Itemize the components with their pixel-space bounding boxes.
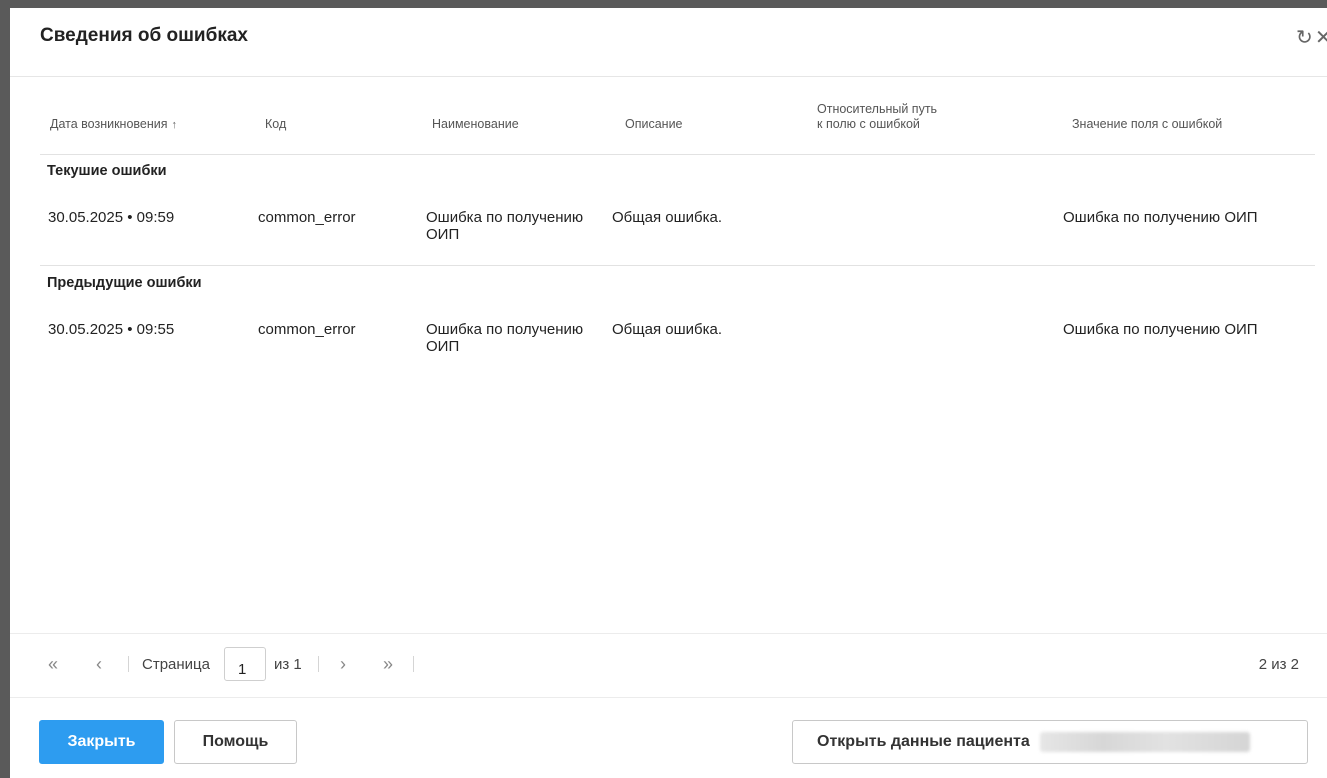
table-header: Дата возникновения ↑ Код Наименование Опи… <box>40 96 1315 155</box>
cell-code: common_error <box>258 209 356 226</box>
cell-name-line2: ОИП <box>426 338 460 355</box>
prev-page-icon[interactable]: ‹ <box>96 655 102 673</box>
refresh-icon[interactable]: ↻ <box>1296 28 1313 48</box>
cell-description: Общая ошибка. <box>612 321 722 338</box>
last-page-icon[interactable]: » <box>383 655 393 673</box>
table-row[interactable]: 30.05.2025 • 09:59 common_error Ошибка п… <box>40 209 1315 249</box>
column-header-path[interactable]: Относительный путь к полю с ошибкой <box>817 102 937 132</box>
cell-value: Ошибка по получению ОИП <box>1063 321 1258 338</box>
group-label-previous: Предыдущие ошибки <box>47 275 202 291</box>
help-button[interactable]: Помощь <box>174 720 297 764</box>
cell-name: Ошибка по получению ОИП <box>426 321 583 355</box>
cell-name-line2: ОИП <box>426 226 460 243</box>
cell-value: Ошибка по получению ОИП <box>1063 209 1258 226</box>
table-row[interactable]: 30.05.2025 • 09:55 common_error Ошибка п… <box>40 321 1315 361</box>
next-page-icon[interactable]: › <box>340 655 346 673</box>
cell-name-line1: Ошибка по получению <box>426 321 584 338</box>
column-header-description[interactable]: Описание <box>625 117 683 132</box>
page-total-label: из 1 <box>274 656 302 673</box>
dialog-title: Сведения об ошибках <box>40 25 248 46</box>
column-header-date-label: Дата возникновения <box>50 117 168 131</box>
cell-name-line1: Ошибка по получению <box>426 209 584 226</box>
redacted-patient-name <box>1039 732 1250 752</box>
page-label: Страница <box>142 656 210 673</box>
dialog-header: Сведения об ошибках ↻ ✕ <box>10 8 1327 77</box>
cell-date: 30.05.2025 • 09:55 <box>48 321 175 338</box>
pager-separator <box>413 656 414 672</box>
sort-ascending-icon: ↑ <box>171 119 178 131</box>
page-number-input[interactable] <box>224 647 266 681</box>
column-header-path-line1: Относительный путь <box>817 102 938 116</box>
column-header-path-line2: к полю с ошибкой <box>817 117 920 131</box>
cell-description: Общая ошибка. <box>612 209 722 226</box>
pager-separator <box>318 656 319 672</box>
record-count: 2 из 2 <box>1258 656 1299 673</box>
group-label-current: Текушие ошибки <box>47 163 167 179</box>
open-patient-data-button[interactable]: Открыть данные пациента <box>792 720 1308 764</box>
error-details-dialog: Сведения об ошибках ↻ ✕ Дата возникновен… <box>10 8 1327 778</box>
close-icon[interactable]: ✕ <box>1315 28 1327 48</box>
pagination-bar: « ‹ Страница из 1 › » 2 из 2 <box>10 633 1327 698</box>
column-header-name[interactable]: Наименование <box>432 117 519 132</box>
first-page-icon[interactable]: « <box>48 655 58 673</box>
close-button[interactable]: Закрыть <box>39 720 164 764</box>
open-patient-data-label: Открыть данные пациента <box>817 733 1030 750</box>
cell-name: Ошибка по получению ОИП <box>426 209 583 243</box>
pager-separator <box>128 656 129 672</box>
cell-date: 30.05.2025 • 09:59 <box>48 209 175 226</box>
cell-code: common_error <box>258 321 356 338</box>
group-divider <box>40 265 1315 266</box>
column-header-date[interactable]: Дата возникновения ↑ <box>50 117 177 133</box>
column-header-code[interactable]: Код <box>265 117 286 132</box>
column-header-value[interactable]: Значение поля с ошибкой <box>1072 117 1222 132</box>
